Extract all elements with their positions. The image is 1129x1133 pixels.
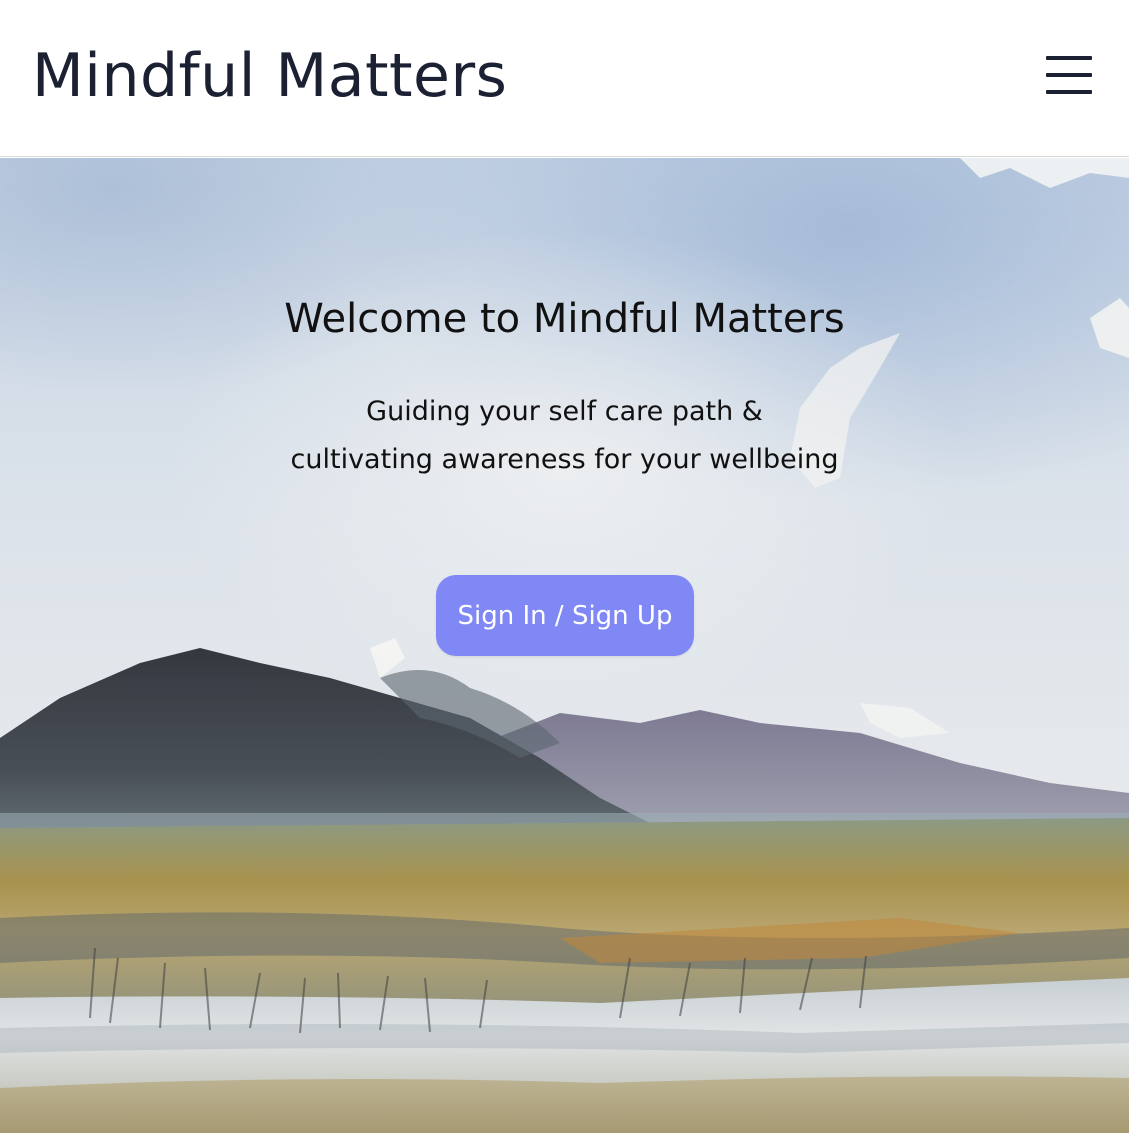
hamburger-menu-icon[interactable] xyxy=(1040,50,1096,102)
hero-subtitle-line-1: Guiding your self care path & xyxy=(366,396,763,427)
hero-subtitle-line-2: cultivating awareness for your wellbeing xyxy=(290,444,839,475)
menu-bar-middle xyxy=(1046,73,1092,77)
site-header: Mindful Matters xyxy=(0,0,1129,157)
hero-section: Welcome to Mindful Matters Guiding your … xyxy=(0,158,1129,1133)
hero-heading: Welcome to Mindful Matters xyxy=(284,296,845,342)
hero-subtitle: Guiding your self care path & cultivatin… xyxy=(0,388,1129,484)
sign-in-sign-up-button[interactable]: Sign In / Sign Up xyxy=(436,575,694,656)
site-title[interactable]: Mindful Matters xyxy=(32,38,507,114)
menu-bar-top xyxy=(1046,56,1092,60)
menu-bar-bottom xyxy=(1046,90,1092,94)
